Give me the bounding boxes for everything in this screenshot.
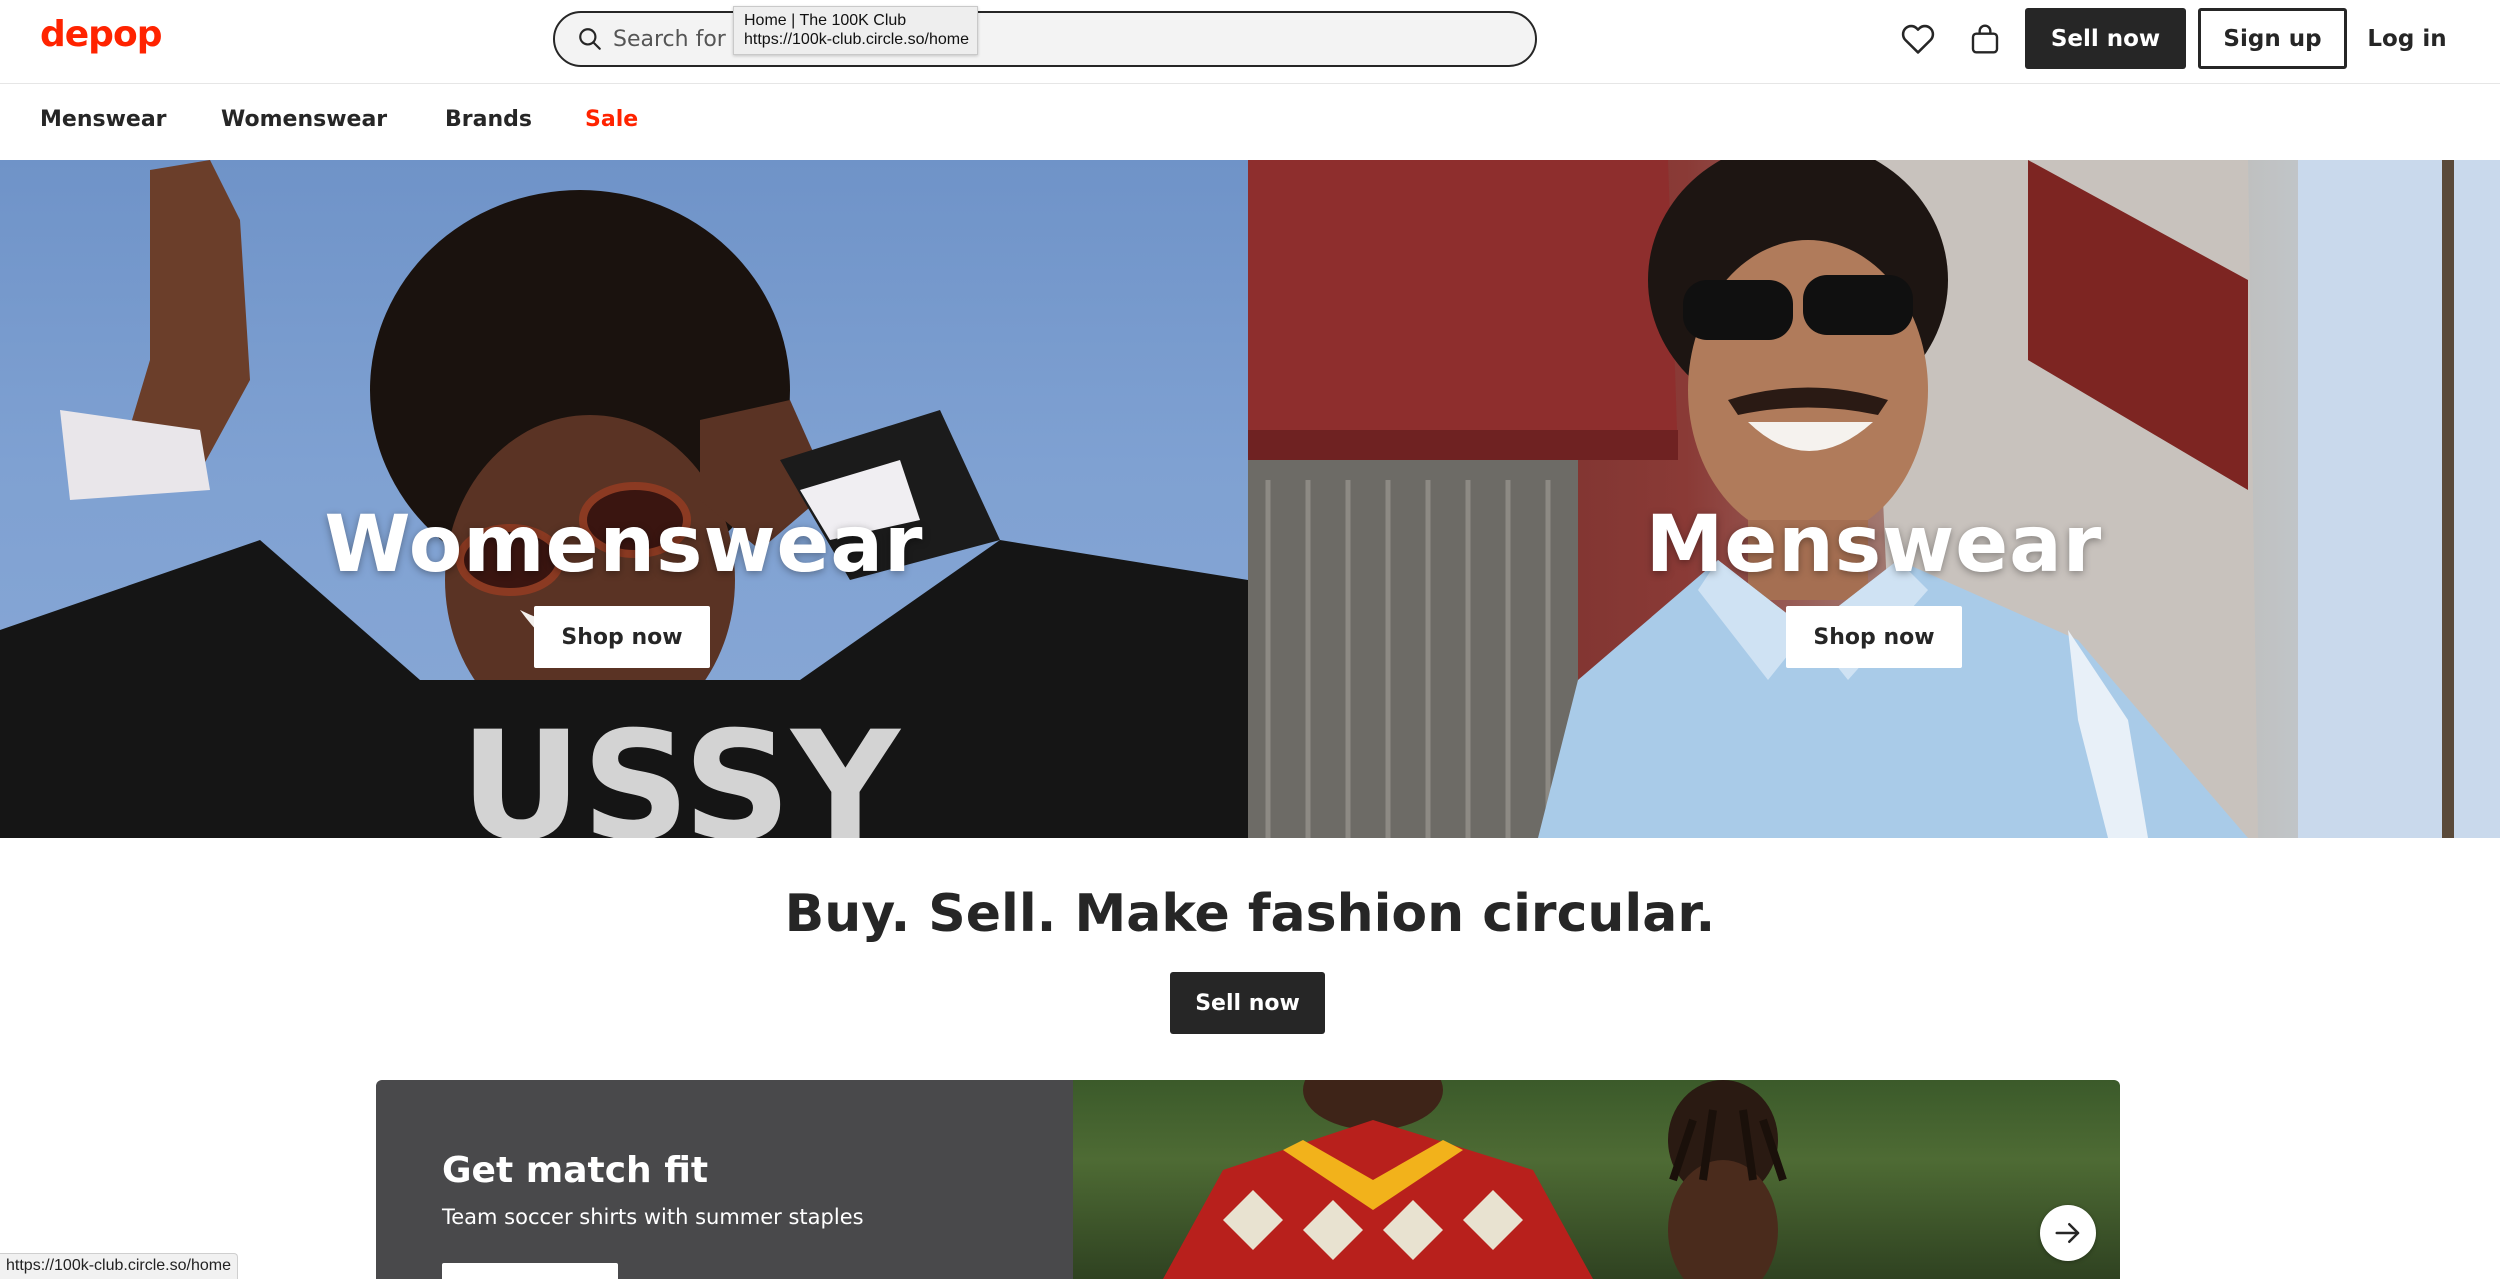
hero-banner: USSY Womenswear Shop now Menswear Shop n… [0, 160, 2500, 838]
arrow-right-icon [2055, 1223, 2080, 1243]
log-in-button[interactable]: Log in [2362, 8, 2452, 69]
search-icon [579, 28, 601, 50]
bag-button[interactable] [1964, 18, 2006, 60]
womenswear-hero-image: USSY [0, 160, 1248, 838]
link-tooltip: Home | The 100K Club https://100k-club.c… [733, 6, 978, 55]
depop-logo[interactable]: depop [40, 14, 162, 55]
tooltip-title: Home | The 100K Club [744, 12, 907, 29]
tooltip-url: https://100k-club.circle.so/home [744, 31, 969, 48]
shopping-bag-icon [1971, 24, 1999, 54]
svg-text:USSY: USSY [460, 700, 902, 838]
shop-womenswear-button[interactable]: Shop now [534, 606, 710, 668]
site-header: depop Home | The 100K Club https://100k-… [0, 0, 2500, 84]
shop-menswear-button[interactable]: Shop now [1786, 606, 1962, 668]
category-nav: Menswear Womenswear Brands Sale [0, 85, 2500, 160]
promo-image[interactable] [1073, 1080, 2120, 1279]
sign-up-button[interactable]: Sign up [2198, 8, 2347, 69]
menswear-title: Menswear [1645, 500, 2103, 590]
menswear-hero-image [1248, 160, 2500, 838]
browser-status-bar: https://100k-club.circle.so/home [0, 1253, 238, 1279]
menswear-hero-panel[interactable]: Menswear Shop now [1248, 160, 2500, 838]
womenswear-hero-panel[interactable]: USSY Womenswear Shop now [0, 160, 1248, 838]
favorites-button[interactable] [1897, 18, 1939, 60]
soccer-players-image [1163, 1080, 1787, 1279]
nav-item-menswear[interactable]: Menswear [40, 107, 167, 132]
search-bar[interactable] [553, 11, 1537, 67]
nav-item-womenswear[interactable]: Womenswear [221, 107, 387, 132]
sell-now-cta-button[interactable]: Sell now [1170, 972, 1325, 1034]
promo-text-panel: Get match fit Team soccer shirts with su… [376, 1080, 1073, 1279]
promo-carousel: Get match fit Team soccer shirts with su… [376, 1080, 2120, 1279]
sell-now-button[interactable]: Sell now [2025, 8, 2186, 69]
promo-title: Get match fit [442, 1150, 709, 1191]
womenswear-title: Womenswear [324, 500, 924, 590]
heart-icon [1901, 24, 1935, 54]
promo-shop-button[interactable] [442, 1263, 618, 1279]
carousel-next-button[interactable] [2040, 1205, 2096, 1261]
nav-item-sale[interactable]: Sale [585, 107, 638, 132]
promo-subtitle: Team soccer shirts with summer staples [442, 1205, 864, 1229]
nav-item-brands[interactable]: Brands [445, 107, 532, 132]
tagline-heading: Buy. Sell. Make fashion circular. [784, 884, 1716, 944]
